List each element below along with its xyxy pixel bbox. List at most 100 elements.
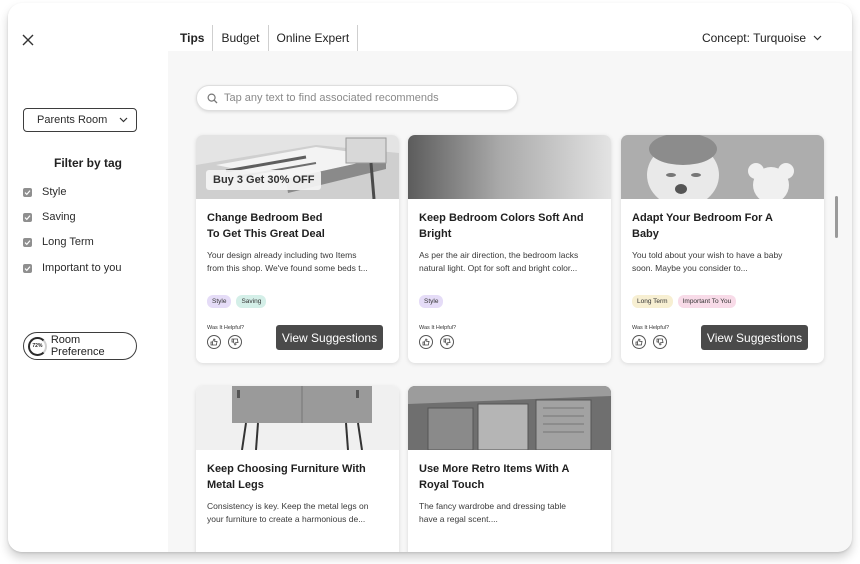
tab-tips[interactable]: Tips [172, 25, 214, 51]
card-description: Consistency is key. Keep the metal legs … [207, 500, 388, 526]
card-title-line: Baby [632, 228, 659, 240]
tag-chips: Long Term Important To You [632, 295, 737, 308]
card-body: Keep Bedroom Colors Soft And Bright As p… [408, 199, 611, 275]
card-body: Change Bedroom Bed To Get This Great Dea… [196, 199, 399, 275]
filter-tag-saving[interactable]: Saving [23, 211, 76, 223]
thumbs-down-glyph [656, 338, 664, 346]
tip-card[interactable]: Use More Retro Items With A Royal Touch … [408, 386, 611, 552]
card-description-line: have a regal scent.... [419, 514, 498, 524]
card-title-line: To Get This Great Deal [207, 228, 325, 240]
filter-tag-long-term[interactable]: Long Term [23, 236, 94, 248]
card-title-line: Keep Bedroom Colors Soft And [419, 212, 584, 224]
room-select-value: Parents Room [37, 114, 108, 126]
card-description-line: As per the air direction, the bedroom la… [419, 250, 579, 260]
checkmark-icon [24, 239, 31, 245]
search-input[interactable] [224, 92, 504, 104]
chevron-down-icon [813, 35, 822, 41]
scrollbar-thumb[interactable] [835, 196, 838, 238]
baby-photo [621, 135, 824, 199]
tip-card[interactable]: Keep Bedroom Colors Soft And Bright As p… [408, 135, 611, 363]
card-description-line: from this shop. We've found some beds t.… [207, 263, 368, 273]
card-image-baby [621, 135, 824, 199]
view-suggestions-button[interactable]: View Suggestions [276, 325, 383, 350]
wardrobe-photo [408, 386, 611, 450]
concept-label: Concept: Turquoise [701, 31, 806, 45]
feedback-buttons [632, 335, 667, 349]
card-description: You told about your wish to have a baby … [632, 249, 813, 275]
thumbs-up-glyph [210, 338, 218, 346]
sideboard-photo [196, 386, 399, 450]
search-bar [196, 85, 518, 111]
card-title: Use More Retro Items With A Royal Touch [419, 461, 600, 493]
card-title-line: Metal Legs [207, 479, 264, 491]
helpful-label: Was It Helpful? [207, 325, 245, 331]
thumbs-up-icon[interactable] [419, 335, 433, 349]
filter-tag-important[interactable]: Important to you [23, 262, 122, 274]
checkbox[interactable] [23, 263, 32, 273]
card-description-line: your furniture to create a harmonious de… [207, 514, 366, 524]
card-description-line: Your design already including two Items [207, 250, 357, 260]
tag-chips: Style [419, 295, 444, 308]
concept-select[interactable]: Concept: Turquoise [702, 31, 822, 45]
thumbs-down-icon[interactable] [653, 335, 667, 349]
app-window: Parents Room Filter by tag Style Saving … [8, 3, 852, 552]
view-suggestions-button[interactable]: View Suggestions [701, 325, 808, 350]
tip-card[interactable]: Buy 3 Get 30% OFF Change Bedroom Bed To … [196, 135, 399, 363]
card-description-line: soon. Maybe you consider to... [632, 263, 748, 273]
tab-online-expert[interactable]: Online Expert [269, 25, 359, 51]
checkbox[interactable] [23, 212, 32, 222]
card-body: Use More Retro Items With A Royal Touch … [408, 450, 611, 526]
card-description: The fancy wardrobe and dressing table ha… [419, 500, 600, 526]
tag-chip-long-term: Long Term [632, 295, 673, 308]
promo-badge: Buy 3 Get 30% OFF [206, 170, 322, 190]
card-image-sideboard [196, 386, 399, 450]
card-title-line: Change Bedroom Bed [207, 212, 323, 224]
room-select[interactable]: Parents Room [23, 108, 137, 132]
thumbs-up-icon[interactable] [207, 335, 221, 349]
search-icon [207, 92, 218, 103]
filter-tag-style[interactable]: Style [23, 186, 66, 198]
tag-chip-important: Important To You [677, 295, 737, 308]
tag-chip-saving: Saving [236, 295, 267, 308]
card-image-bed: Buy 3 Get 30% OFF [196, 135, 399, 199]
tag-chips: Style Saving [207, 295, 267, 308]
tab-budget[interactable]: Budget [213, 25, 269, 51]
feedback-buttons [419, 335, 454, 349]
top-bar: Tips Budget Online Expert Concept: Turqu… [168, 3, 852, 51]
sidebar: Parents Room Filter by tag Style Saving … [8, 3, 168, 552]
checkbox[interactable] [23, 187, 32, 197]
card-title-line: Royal Touch [419, 479, 485, 491]
tag-chip-style: Style [419, 295, 444, 308]
card-title: Keep Choosing Furniture With Metal Legs [207, 461, 388, 493]
room-preference-label: Room Preference [50, 334, 105, 358]
tip-card[interactable]: Keep Choosing Furniture With Metal Legs … [196, 386, 399, 552]
card-title-line: Adapt Your Bedroom For A [632, 212, 773, 224]
filter-tag-label: Saving [42, 211, 76, 223]
card-description: As per the air direction, the bedroom la… [419, 249, 600, 275]
checkmark-icon [24, 214, 31, 220]
filter-title: Filter by tag [53, 156, 122, 170]
card-image-wardrobe [408, 386, 611, 450]
thumbs-up-icon[interactable] [632, 335, 646, 349]
card-title-line: Keep Choosing Furniture With [207, 463, 366, 475]
preference-progress-ring: 72% [28, 336, 47, 356]
thumbs-down-icon[interactable] [228, 335, 242, 349]
thumbs-up-glyph [422, 338, 430, 346]
tip-card[interactable]: Adapt Your Bedroom For A Baby You told a… [621, 135, 824, 363]
card-title-line: Bright [419, 228, 452, 240]
card-title: Adapt Your Bedroom For A Baby [632, 210, 813, 242]
checkmark-icon [24, 265, 31, 271]
tab-bar: Tips Budget Online Expert [172, 25, 359, 51]
card-title: Keep Bedroom Colors Soft And Bright [419, 210, 600, 242]
close-icon[interactable] [21, 33, 35, 47]
card-description-line: The fancy wardrobe and dressing table [419, 501, 566, 511]
filter-tag-label: Style [42, 186, 67, 198]
thumbs-down-icon[interactable] [440, 335, 454, 349]
card-description: Your design already including two Items … [207, 249, 388, 275]
card-body: Keep Choosing Furniture With Metal Legs … [196, 450, 399, 526]
helpful-label: Was It Helpful? [419, 325, 457, 331]
checkbox[interactable] [23, 237, 32, 247]
card-title-line: Use More Retro Items With A [419, 463, 570, 475]
room-preference-button[interactable]: 72% Room Preference [23, 332, 137, 360]
card-description-line: Consistency is key. Keep the metal legs … [207, 501, 369, 511]
